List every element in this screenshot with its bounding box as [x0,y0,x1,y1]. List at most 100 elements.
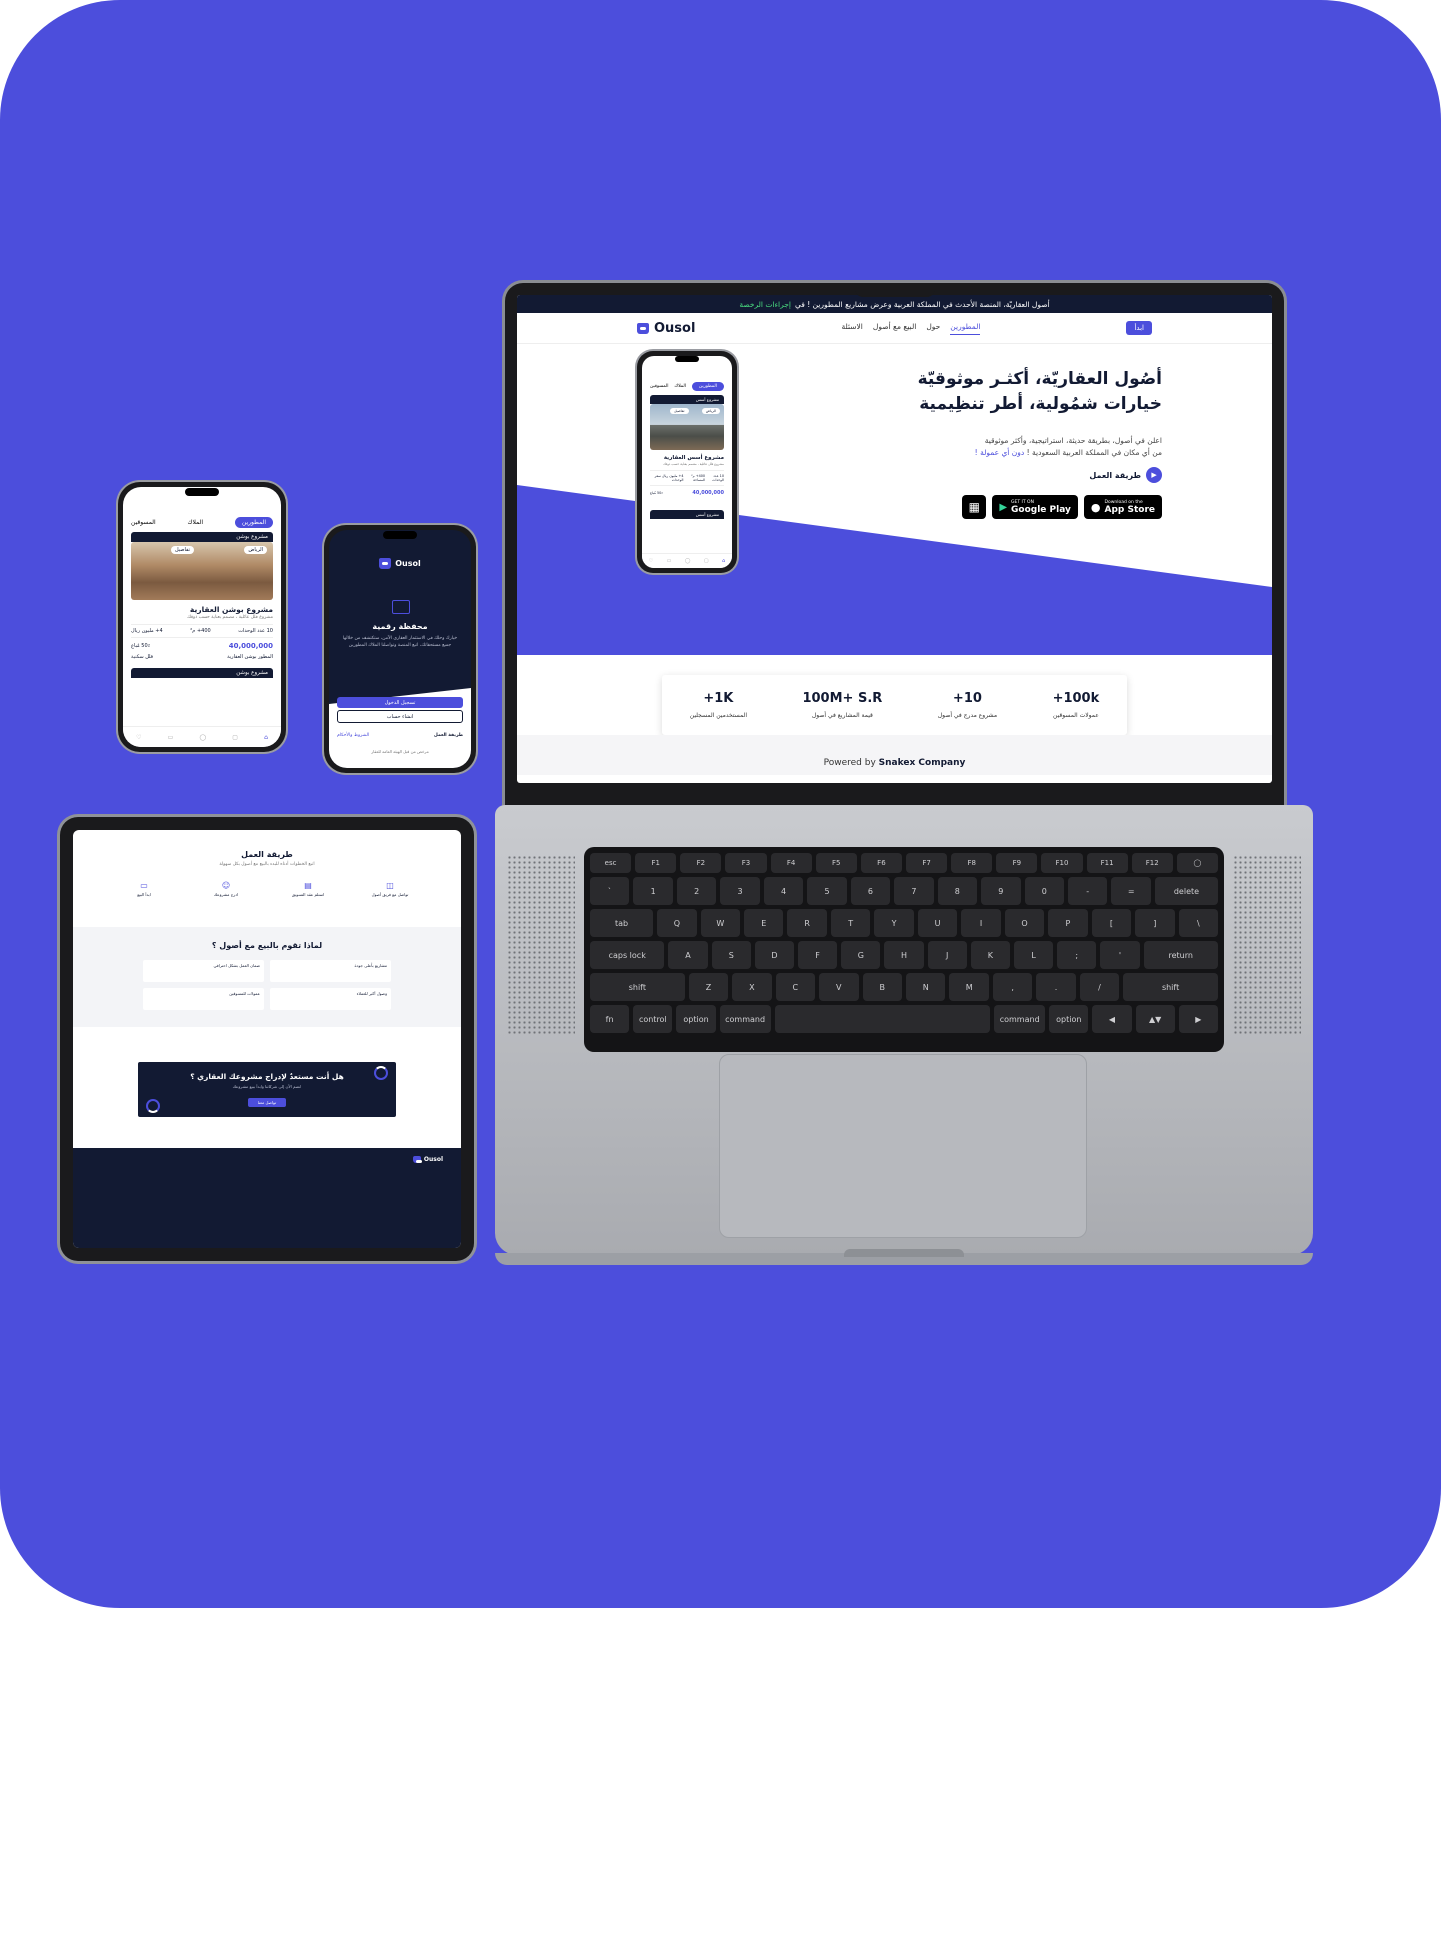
key[interactable]: 0 [1024,877,1064,905]
key[interactable]: G [841,941,881,969]
key[interactable]: shift [590,973,685,1001]
nav-developers[interactable]: المطورين [950,322,981,335]
key[interactable]: F8 [951,853,993,873]
nav-sell-with-ousol[interactable]: البيع مع أصول [873,322,916,335]
key[interactable]: R [787,909,827,937]
key[interactable]: ' [1100,941,1140,969]
key[interactable] [774,1005,991,1033]
tab-marketers[interactable]: المسوقين [650,384,669,389]
key[interactable]: control [633,1005,673,1033]
key[interactable]: 8 [937,877,978,905]
site-logo[interactable]: Ousol [637,321,695,336]
key[interactable]: 9 [981,877,1021,905]
key[interactable]: Y [874,909,914,937]
details-tag[interactable]: تفاصيل [670,408,689,414]
key[interactable]: F5 [815,853,857,873]
tab-developers[interactable]: المطورين [691,382,724,391]
tab-marketers[interactable]: المسوقين [131,519,156,526]
how-it-works-link[interactable]: طريقة العمل [434,733,463,738]
nav-wallet-icon[interactable]: ▭ [667,558,672,564]
key[interactable]: P [1048,909,1088,937]
key[interactable]: D [754,941,795,969]
nav-center-icon[interactable]: ◯ [685,558,691,564]
key[interactable]: ] [1135,909,1175,937]
tab-owners[interactable]: الملاك [674,384,686,389]
key[interactable]: F2 [680,853,722,873]
key[interactable]: W [700,909,741,937]
key[interactable]: F1 [635,853,677,873]
key[interactable]: J [927,941,967,969]
key[interactable]: ` [590,877,630,905]
key[interactable]: tab [590,909,654,937]
key[interactable]: A [668,941,708,969]
key[interactable]: caps lock [590,941,665,969]
key[interactable]: F [798,941,838,969]
tab-developers[interactable]: المطورين [234,517,273,528]
nav-chat-icon[interactable]: ▢ [232,734,238,741]
key[interactable]: ▶ [1178,1005,1218,1033]
key[interactable]: delete [1154,877,1219,905]
key[interactable]: F4 [770,853,812,873]
footer-logo[interactable]: Ousol [412,1156,443,1163]
key[interactable]: ; [1057,941,1097,969]
key[interactable]: command [994,1005,1046,1033]
tab-owners[interactable]: الملاك [188,519,204,526]
nav-chat-icon[interactable]: ▢ [704,558,709,564]
qr-code-icon[interactable]: ▦ [962,495,987,519]
key[interactable]: shift [1123,973,1218,1001]
key[interactable]: B [862,973,902,1001]
key[interactable]: return [1143,941,1218,969]
key[interactable]: - [1067,877,1108,905]
create-account-button[interactable]: انشاء حساب [337,710,463,723]
key[interactable]: T [830,909,871,937]
key[interactable]: F3 [725,853,767,873]
key[interactable]: V [819,973,859,1001]
key[interactable]: F10 [1041,853,1083,873]
key[interactable]: ▲▼ [1135,1005,1175,1033]
key[interactable]: O [1004,909,1045,937]
key[interactable]: command [719,1005,771,1033]
key[interactable]: F7 [905,853,948,873]
key[interactable]: 2 [676,877,717,905]
key[interactable]: F9 [996,853,1038,873]
nav-faq[interactable]: الاسئلة [841,322,862,335]
key[interactable]: = [1111,877,1151,905]
key[interactable]: option [1049,1005,1089,1033]
key[interactable]: [ [1091,909,1132,937]
key[interactable]: Q [657,909,697,937]
trackpad[interactable] [719,1054,1087,1238]
key[interactable]: X [732,973,772,1001]
key[interactable]: C [775,973,816,1001]
key[interactable]: / [1079,973,1120,1001]
key[interactable]: L [1013,941,1054,969]
key[interactable]: 5 [807,877,847,905]
key[interactable]: 7 [894,877,934,905]
key[interactable]: 3 [720,877,760,905]
key[interactable]: 1 [633,877,673,905]
key[interactable]: H [884,941,924,969]
details-tag[interactable]: تفاصيل [171,546,194,554]
key[interactable]: option [676,1005,716,1033]
nav-wallet-icon[interactable]: ▭ [168,734,174,741]
key[interactable]: S [711,941,751,969]
key[interactable]: F11 [1086,853,1128,873]
nav-about[interactable]: حول [926,322,940,335]
key[interactable]: E [744,909,784,937]
key[interactable]: \ [1178,909,1219,937]
key[interactable]: F12 [1131,853,1173,873]
announcement-link[interactable]: إجراءات الرخصة [739,300,791,309]
key[interactable]: U [917,909,958,937]
key[interactable]: fn [590,1005,630,1033]
key[interactable]: ◀ [1092,1005,1132,1033]
key[interactable]: F6 [860,853,902,873]
key[interactable]: 4 [763,877,804,905]
nav-center-icon[interactable]: ◯ [199,734,206,741]
nav-heart-icon[interactable]: ♡ [136,734,141,741]
login-button[interactable]: تسجيل الدخول [337,697,463,708]
powered-company[interactable]: Snakex Company [879,758,966,768]
nav-home-icon[interactable]: ⌂ [264,734,268,741]
how-it-works-link[interactable]: ▶ طريقة العمل [1089,467,1162,483]
key[interactable]: M [949,973,989,1001]
key[interactable]: , [992,973,1033,1001]
nav-heart-icon[interactable]: ♡ [649,558,653,564]
